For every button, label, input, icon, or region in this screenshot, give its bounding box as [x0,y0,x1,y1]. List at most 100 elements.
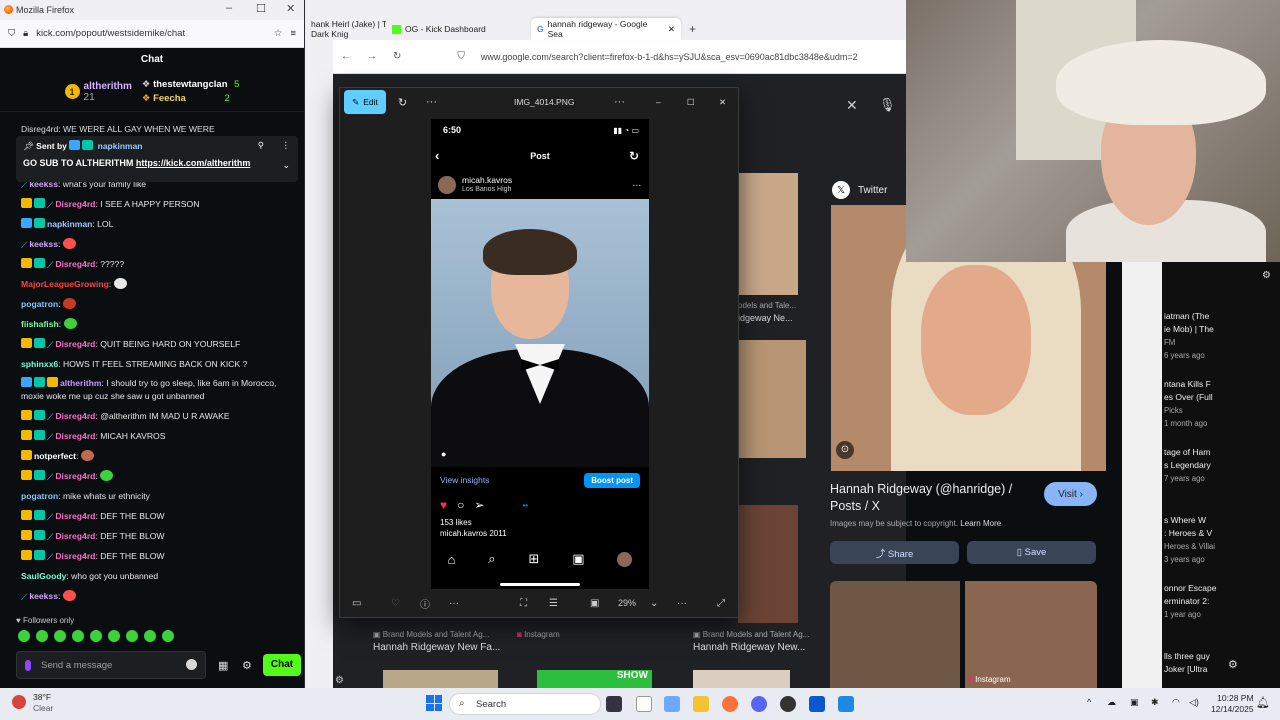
browser-tab[interactable]: OG - Kick Dashboard [386,18,522,40]
chat-input-placeholder[interactable]: Send a message [41,660,112,671]
chat-username[interactable]: Disreg4rd [55,511,95,521]
emote-icon[interactable] [126,630,138,642]
task-view-icon[interactable] [606,696,622,712]
emote-icon[interactable] [144,630,156,642]
windows-start-icon[interactable] [426,695,442,711]
chat-username[interactable]: Disreg4rd [55,199,95,209]
new-tab-icon[interactable]: + [689,22,696,36]
send-chat-button[interactable]: Chat [263,654,301,676]
related-source[interactable]: ◙ Instagram [968,675,1011,684]
emote-icon[interactable] [90,630,102,642]
menu-icon[interactable]: ≡ [290,28,296,39]
chevron-down-icon[interactable]: ⌄ [650,598,658,609]
result-source[interactable]: ▣ Brand Models and Talent Ag... [693,630,809,639]
chat-username[interactable]: keekss [29,591,58,601]
image-thumbnail[interactable] [738,173,798,295]
more-icon[interactable]: ··· [614,96,625,108]
close-preview-icon[interactable]: ✕ [846,97,858,114]
emote-icon[interactable] [18,630,30,642]
bookmark-star-icon[interactable]: ☆ [274,28,283,39]
app-icon[interactable] [809,696,825,712]
chat-username[interactable]: napkinman [47,219,92,229]
side-result-caption[interactable]: odels and Tale... idgeway Ne... [738,299,796,325]
instagram-screenshot[interactable]: 6:50 ▮▮ ◔ ▭ ‹ Post ↻ micah.kavros Los Bano… [431,119,649,589]
fullscreen-icon[interactable]: ⤢ [717,598,725,609]
file-explorer-icon[interactable] [693,696,709,712]
chat-username[interactable]: Disreg4rd [55,259,95,269]
maximize-icon[interactable]: ☐ [256,2,266,15]
taskbar-search[interactable]: ⌕ Search [449,693,601,715]
result-source[interactable]: ▣ Brand Models and Talent Ag... [373,630,513,639]
clock[interactable]: 10:28 PM 12/14/2025 [1211,693,1254,715]
onedrive-icon[interactable]: ☁ [1107,697,1116,708]
more-icon[interactable]: ··· [426,96,437,108]
result-title[interactable]: Hannah Ridgeway New... [693,642,805,653]
zoom-level[interactable]: 29% [618,598,636,608]
shield-icon[interactable]: ⛉ [457,51,465,62]
chat-window-titlebar[interactable]: Mozilla Firefox – ☐ ✕ [0,0,304,20]
minimize-icon[interactable]: – [656,97,661,107]
settings-gear-icon[interactable]: ⚙ [1262,270,1271,281]
share-button[interactable]: ⤴ Share [830,541,959,564]
yt-related-item[interactable]: tage of Ham s Legendary 7 years ago [1164,446,1211,485]
image-thumbnail[interactable] [693,670,790,688]
chat-url-text[interactable]: kick.com/popout/westsidemike/chat [36,28,185,39]
pinned-link[interactable]: https://kick.com/altherithm [136,158,251,168]
emote-icon[interactable] [54,630,66,642]
microphone-icon[interactable] [25,659,31,671]
notification-bell-icon[interactable]: 🔔︎ [1256,696,1270,709]
learn-more-link[interactable]: Learn More [960,519,1001,528]
chat-username[interactable]: altherithm [60,378,102,388]
related-image[interactable] [830,581,960,688]
fit-icon[interactable]: ▣ [590,598,599,609]
close-icon[interactable]: ✕ [719,97,726,108]
maximize-icon[interactable]: ☐ [687,97,695,108]
chevron-up-icon[interactable]: ^ [1087,697,1091,707]
minimize-icon[interactable]: – [226,2,232,14]
adjust-icon[interactable]: ☰ [549,598,558,609]
emote-icon[interactable] [162,630,174,642]
image-thumbnail[interactable] [383,670,498,688]
chevron-down-icon[interactable]: ⌄ [282,160,290,171]
chat-username[interactable]: MajorLeagueGrowing [21,279,109,289]
yt-related-item[interactable]: ntana Kills F es Over (Full Picks 1 month a… [1164,378,1213,430]
result-title[interactable]: Hannah Ridgeway New Fa... [373,642,500,653]
related-image[interactable] [965,581,1097,688]
chat-username[interactable]: keekss [29,239,58,249]
leaderboard-third[interactable]: ❖ Feecha 2 [142,92,240,106]
chat-username[interactable]: Disreg4rd [55,551,95,561]
yt-related-item[interactable]: s Where W: Heroes & V Heroes & Villai 3 ye… [1164,514,1215,566]
more-icon[interactable]: ··· [677,598,687,609]
leaderboard-second[interactable]: ❖ thestewtangclan 5 [142,78,240,92]
weather-widget[interactable]: 38°F Clear [12,692,53,714]
chat-username[interactable]: SaulGoody [21,571,66,581]
leaderboard-first[interactable]: 1 altherithm 21 [64,81,132,103]
mic-icon[interactable]: 🎙︎ [879,97,896,113]
store-icon[interactable]: ▦ [218,659,228,672]
emoji-picker-icon[interactable] [186,659,197,670]
pinned-sender[interactable]: napkinman [98,141,143,151]
favorite-icon[interactable]: ♡ [391,598,400,609]
notepad-icon[interactable] [636,696,652,712]
browser-url[interactable]: www.google.com/search?client=firefox-b-1… [481,52,858,62]
rotate-icon[interactable]: ↻ [398,96,407,109]
chat-username[interactable]: Disreg4rd [55,431,95,441]
settings-gear-icon[interactable]: ⚙ [242,659,252,672]
chat-username[interactable]: Disreg4rd [55,411,95,421]
settings-gear-icon[interactable]: ⚙ [335,675,344,686]
browser-tab-active[interactable]: Ghannah ridgeway - Google Sea ✕ [531,18,681,40]
save-button[interactable]: ▯ Save [967,541,1096,564]
forward-icon[interactable]: → [367,51,377,62]
back-icon[interactable]: ← [341,51,351,62]
unpin-icon[interactable]: ⚲ [258,140,264,151]
info-icon[interactable]: ⓘ [420,596,430,611]
image-thumbnail[interactable] [738,505,798,623]
close-tab-icon[interactable]: ✕ [668,24,681,35]
chat-username[interactable]: fiishafish [21,319,59,329]
reload-icon[interactable]: ↻ [393,51,401,62]
chat-username[interactable]: sphinxx6 [21,359,58,369]
yt-related-item[interactable]: onnor Escape erminator 2: 1 year ago [1164,582,1216,621]
chat-username[interactable]: Disreg4rd [55,471,95,481]
chat-username[interactable]: Disreg4rd [55,339,95,349]
photos-titlebar[interactable]: ✎ Edit ↻ ··· IMG_4014.PNG ··· – ☐ ✕ [340,88,738,116]
